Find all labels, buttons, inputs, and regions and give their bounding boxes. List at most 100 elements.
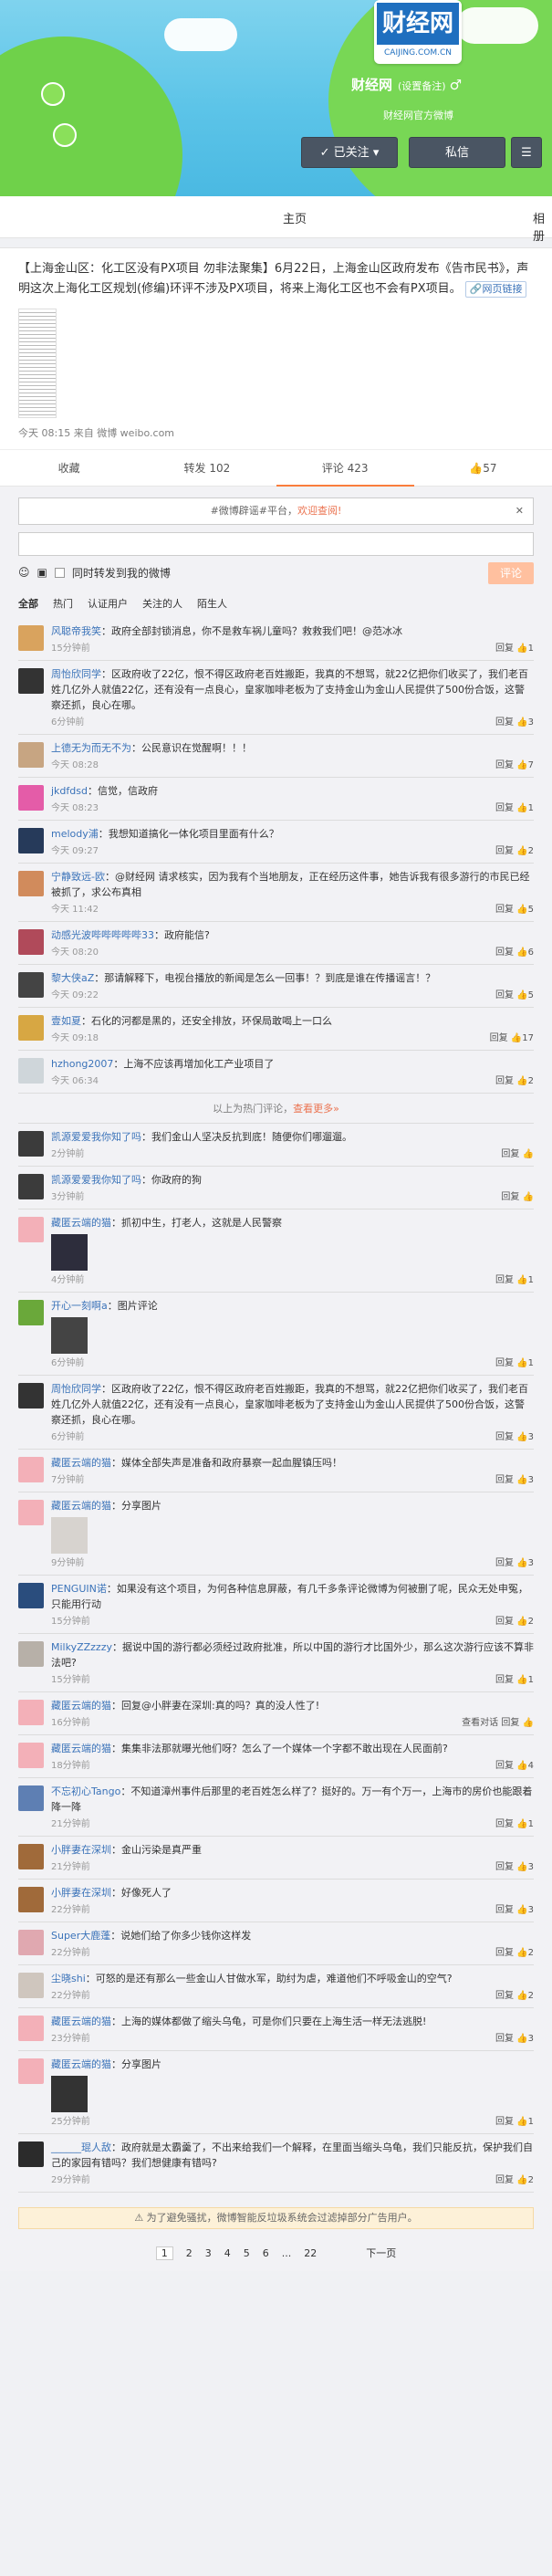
like-icon[interactable]: 👍 [514, 644, 527, 654]
avatar[interactable] [18, 668, 44, 694]
like-icon[interactable]: 👍 [514, 1862, 527, 1872]
comment-user[interactable]: melody浦 [51, 828, 99, 840]
comment-image[interactable] [51, 2076, 88, 2112]
reply-button[interactable]: 查看对话 回复 [462, 1718, 519, 1728]
like-button[interactable]: 👍57 [414, 462, 552, 475]
avatar[interactable] [18, 1844, 44, 1869]
like-icon[interactable]: 👍 [514, 846, 527, 856]
comment-user[interactable]: Super大鹿蓬 [51, 1930, 110, 1942]
reply-button[interactable]: 回复 [495, 990, 514, 1000]
comment-user[interactable]: 黎大侠aZ [51, 972, 94, 984]
comment-user[interactable]: 凯源爱爱我你知了吗 [51, 1174, 141, 1186]
reply-button[interactable]: 回复 [490, 1033, 508, 1043]
comment-user[interactable]: ______琨人敌 [51, 2141, 111, 2153]
avatar[interactable] [18, 1785, 44, 1811]
avatar[interactable] [18, 972, 44, 998]
avatar[interactable] [18, 742, 44, 768]
like-icon[interactable]: 👍 [514, 1275, 527, 1285]
comment-user[interactable]: 宁静致远-欧 [51, 871, 105, 883]
page-link[interactable]: 2 [186, 2247, 193, 2259]
comment-user[interactable]: 小胖妻在深圳 [51, 1887, 111, 1899]
menu-icon[interactable]: ☰ [511, 137, 542, 168]
close-icon[interactable]: ✕ [516, 498, 524, 524]
reply-button[interactable]: 回复 [495, 760, 514, 770]
comment-user[interactable]: MilkyZZzzzy [51, 1641, 112, 1653]
like-icon[interactable]: 👍 [514, 990, 527, 1000]
reply-button[interactable]: 回复 [495, 1358, 514, 1368]
like-icon[interactable]: 👍 [514, 1905, 527, 1915]
like-icon[interactable]: 👍 [514, 2117, 527, 2127]
avatar[interactable] [18, 2141, 44, 2167]
image-icon[interactable]: ▣ [37, 566, 47, 579]
filter-all[interactable]: 全部 [18, 596, 38, 611]
reply-button[interactable]: 回复 [495, 1275, 514, 1285]
avatar[interactable] [18, 1300, 44, 1325]
comment-user[interactable]: 藏匿云端的猫 [51, 1700, 111, 1712]
web-link[interactable]: 🔗网页链接 [464, 281, 527, 298]
like-icon[interactable]: 👍 [514, 717, 527, 728]
set-note-link[interactable]: (设置备注) [398, 80, 446, 92]
reply-button[interactable]: 回复 [495, 1432, 514, 1442]
reply-button[interactable]: 回复 [495, 846, 514, 856]
comment-button[interactable]: 评论 423 [276, 450, 414, 487]
like-icon[interactable]: 👍 [514, 1948, 527, 1958]
like-icon[interactable]: 👍 [508, 1033, 522, 1043]
page-link[interactable]: 22 [304, 2247, 317, 2259]
comment-user[interactable]: 藏匿云端的猫 [51, 2016, 111, 2027]
comment-user[interactable]: 藏匿云端的猫 [51, 1217, 111, 1229]
comment-input[interactable] [18, 532, 534, 556]
comment-user[interactable]: 小胖妻在深圳 [51, 1844, 111, 1856]
avatar[interactable] [18, 2058, 44, 2084]
message-button[interactable]: 私信 [409, 137, 505, 168]
sync-checkbox[interactable] [54, 567, 65, 578]
avatar[interactable] [18, 1887, 44, 1912]
comment-user[interactable]: 尘晓shi [51, 1973, 86, 1984]
comment-user[interactable]: 开心一刻啊a [51, 1300, 108, 1312]
reply-button[interactable]: 回复 [495, 1905, 514, 1915]
follow-button[interactable]: ✓ 已关注 ▾ [301, 137, 398, 168]
like-icon[interactable]: 👍 [514, 803, 527, 813]
reply-button[interactable]: 回复 [495, 1617, 514, 1627]
next-page-button[interactable]: 下一页 [366, 2246, 396, 2260]
reply-button[interactable]: 回复 [495, 948, 514, 958]
like-icon[interactable]: 👍 [519, 1192, 534, 1202]
reply-button[interactable]: 回复 [495, 2175, 514, 2185]
avatar[interactable] [18, 1015, 44, 1041]
comment-user[interactable]: 凯源爱爱我你知了吗 [51, 1131, 141, 1143]
reply-button[interactable]: 回复 [495, 1076, 514, 1086]
avatar[interactable] [18, 871, 44, 896]
like-icon[interactable]: 👍 [514, 1432, 527, 1442]
weibo-image[interactable] [18, 309, 57, 418]
comment-user[interactable]: 藏匿云端的猫 [51, 1457, 111, 1469]
avatar[interactable] [18, 929, 44, 955]
comment-user[interactable]: jkdfdsd [51, 785, 88, 797]
reply-button[interactable]: 回复 [495, 1991, 514, 2001]
reply-button[interactable]: 回复 [495, 1558, 514, 1568]
page-link[interactable]: 6 [263, 2247, 269, 2259]
avatar[interactable] [18, 1457, 44, 1482]
like-icon[interactable]: 👍 [514, 1558, 527, 1568]
avatar[interactable] [18, 1058, 44, 1084]
like-icon[interactable]: 👍 [514, 2034, 527, 2044]
avatar[interactable] [18, 828, 44, 853]
repost-button[interactable]: 转发 102 [138, 460, 276, 476]
like-icon[interactable]: 👍 [514, 1675, 527, 1685]
comment-user[interactable]: 不忘初心Tango [51, 1785, 120, 1797]
avatar[interactable] [18, 2016, 44, 2041]
comment-user[interactable]: 上德无为而无不为 [51, 742, 131, 754]
like-icon[interactable]: 👍 [514, 1475, 527, 1485]
view-more-link[interactable]: 查看更多» [293, 1103, 339, 1115]
like-icon[interactable]: 👍 [514, 1358, 527, 1368]
avatar[interactable]: 财经网 CAIJING.COM.CN [374, 0, 462, 64]
filter-verified[interactable]: 认证用户 [88, 596, 128, 611]
like-icon[interactable]: 👍 [514, 1617, 527, 1627]
filter-following[interactable]: 关注的人 [142, 596, 182, 611]
comment-user[interactable]: 藏匿云端的猫 [51, 1743, 111, 1754]
like-icon[interactable]: 👍 [519, 1718, 534, 1728]
reply-button[interactable]: 回复 [495, 905, 514, 915]
avatar[interactable] [18, 625, 44, 651]
like-icon[interactable]: 👍 [514, 1761, 527, 1771]
like-icon[interactable]: 👍 [514, 1991, 527, 2001]
page-link[interactable]: ... [282, 2247, 292, 2259]
avatar[interactable] [18, 785, 44, 811]
